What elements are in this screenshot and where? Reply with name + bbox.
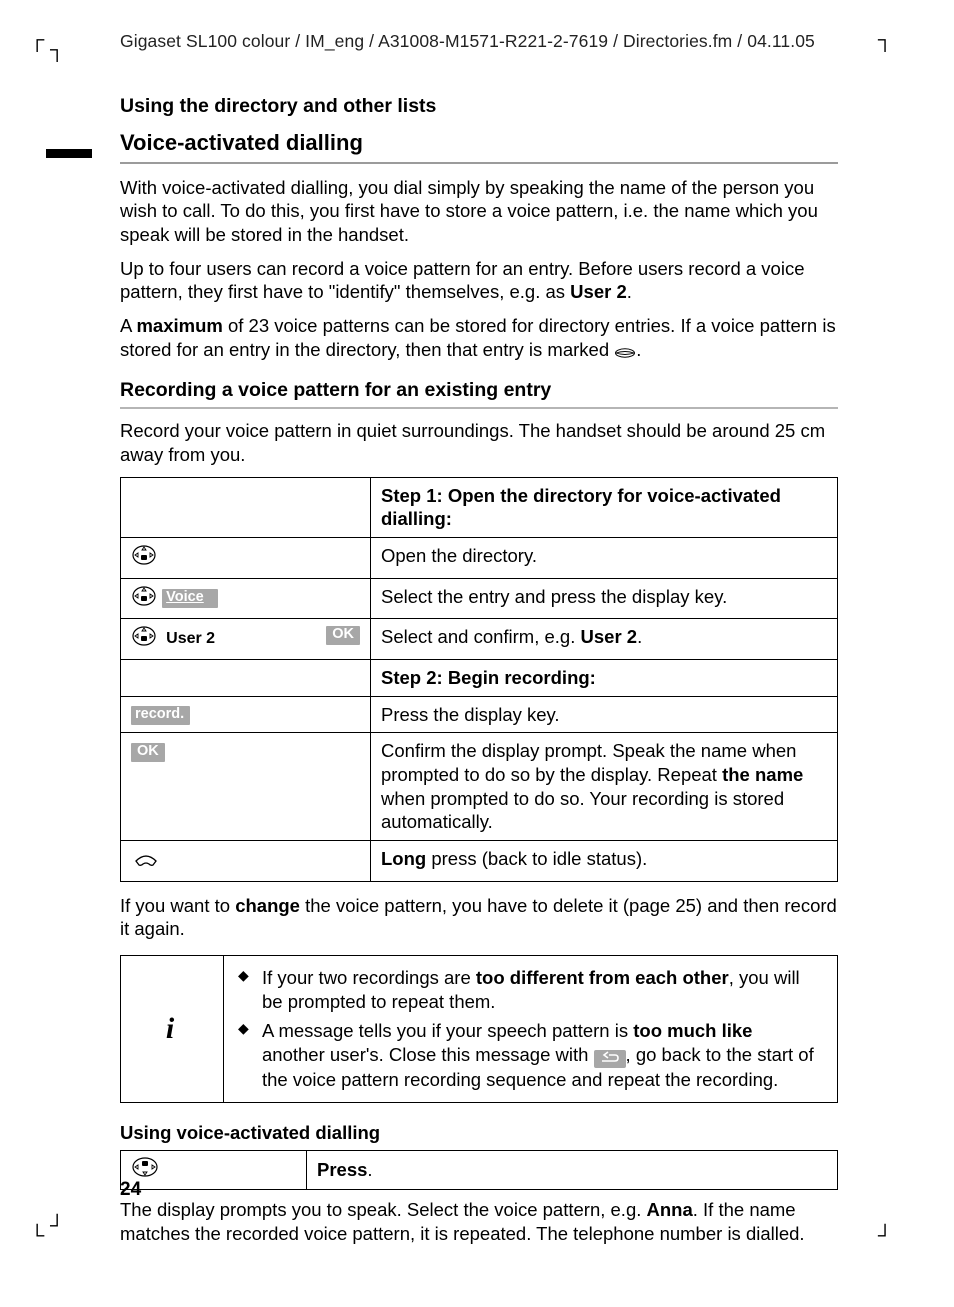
page-body: Gigaset SL100 colour / IM_eng / A31008-M… (120, 30, 838, 1255)
softkey-record: record. (131, 706, 190, 725)
subheading-using: Using voice-activated dialling (120, 1121, 838, 1145)
intro-paragraph-2: Up to four users can record a voice patt… (120, 257, 838, 304)
back-key-icon (594, 1050, 626, 1068)
steps-table: Step 1: Open the directory for voice-act… (120, 477, 838, 882)
title-mark (46, 149, 92, 158)
info-item-2: A message tells you if your speech patte… (238, 1019, 819, 1091)
info-item-1: If your two recordings are too different… (238, 966, 819, 1013)
softkey-ok: OK (131, 743, 165, 762)
title-rule (120, 162, 838, 164)
using-press: Press. (307, 1151, 838, 1190)
subheading-rule (120, 407, 838, 409)
recording-intro: Record your voice pattern in quiet surro… (120, 419, 838, 466)
lips-icon (614, 341, 636, 365)
softkey-ok: OK (326, 626, 360, 645)
page-number: 24 (120, 1178, 141, 1202)
info-icon: i (121, 955, 224, 1102)
running-head: Gigaset SL100 colour / IM_eng / A31008-M… (120, 30, 838, 52)
change-note: If you want to change the voice pattern,… (120, 894, 838, 941)
menu-user2: User 2 (166, 629, 215, 649)
page-title: Voice-activated dialling (120, 129, 363, 159)
step2-heading: Step 2: Begin recording: (381, 667, 596, 688)
info-list: If your two recordings are too different… (238, 966, 819, 1092)
step-open-directory: Open the directory. (371, 537, 838, 578)
nav-down-icon (131, 544, 157, 572)
intro-paragraph-1: With voice-activated dialling, you dial … (120, 176, 838, 247)
step-confirm-speak: Confirm the display prompt. Speak the na… (371, 733, 838, 841)
nav-down-icon (131, 585, 157, 613)
closing-paragraph: The display prompts you to speak. Select… (120, 1198, 838, 1245)
step-select-entry: Select the entry and press the display k… (371, 578, 838, 619)
step1-heading: Step 1: Open the directory for voice-act… (381, 485, 781, 530)
section-heading: Using the directory and other lists (120, 94, 838, 119)
nav-down-icon (131, 625, 157, 653)
using-table: Press. (120, 1150, 838, 1190)
step-select-user: Select and confirm, e.g. User 2. (371, 619, 838, 660)
hangup-icon (131, 852, 161, 873)
step-long-press: Long press (back to idle status). (371, 840, 838, 881)
title-row: Voice-activated dialling (46, 129, 838, 159)
intro-paragraph-3: A maximum of 23 voice patterns can be st… (120, 314, 838, 364)
subheading-recording: Recording a voice pattern for an existin… (120, 378, 838, 403)
info-box: i If your two recordings are too differe… (120, 955, 838, 1103)
step-press-record: Press the display key. (371, 696, 838, 733)
softkey-voice: Voice (162, 589, 218, 608)
